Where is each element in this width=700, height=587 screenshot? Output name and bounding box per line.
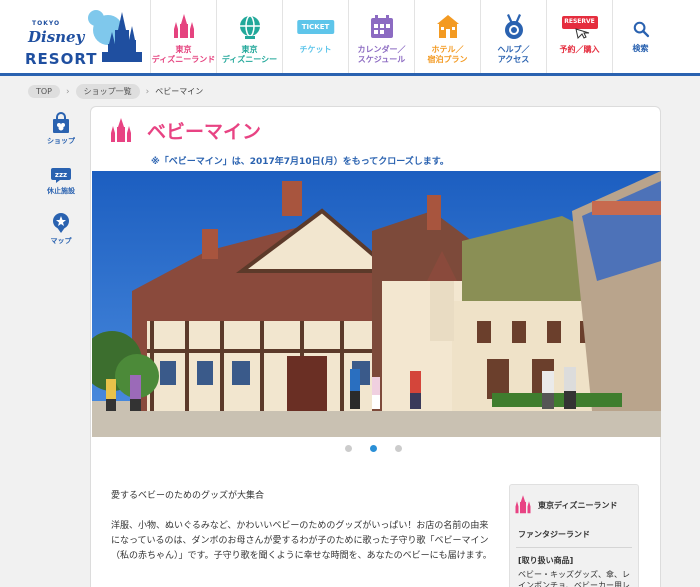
map-pin-icon <box>53 213 69 233</box>
side-item-shop[interactable]: ショップ <box>40 112 82 162</box>
castle-icon <box>515 495 531 514</box>
info-items-text: ベビー・キッズグッズ、傘、レインポンチョ、ベビーカー用レ <box>518 570 630 587</box>
side-nav: ショップ zzz 休止施設 マップ <box>40 112 82 262</box>
shop-building-photo <box>92 171 661 437</box>
nav-calendar-schedule[interactable]: カレンダー／ スケジュール <box>348 0 414 73</box>
description-body: 洋服、小物、ぬいぐるみなど、かわいいベビーのためのグッズがいっぱい！お店の名前の… <box>111 521 492 561</box>
divider <box>516 547 632 548</box>
nav-label: チケット <box>299 45 332 54</box>
nav-tokyo-disneyland[interactable]: 東京 ディズニーランド <box>150 0 216 73</box>
search-icon <box>633 21 649 38</box>
nav-search[interactable]: 検索 <box>612 0 668 73</box>
chevron-right-icon: › <box>66 86 70 97</box>
chevron-right-icon: › <box>145 86 150 97</box>
breadcrumb-top-link[interactable]: TOP <box>28 85 61 98</box>
globe-icon <box>239 15 260 39</box>
shop-info-box: 東京ディズニーランド ファンタジーランド [取り扱い商品] ベビー・キッズグッズ… <box>509 484 639 587</box>
nav-label: カレンダー／ スケジュール <box>357 45 406 64</box>
shop-photo-carousel[interactable] <box>92 171 661 437</box>
info-items-heading: [取り扱い商品] <box>518 556 574 565</box>
shop-detail-card: ベビーマイン ※「ベビーマイン」は、2017年7月10日(月）をもってクローズし… <box>90 106 661 587</box>
castle-logo-icon <box>88 10 142 62</box>
carousel-dot[interactable] <box>345 445 352 452</box>
nav-reserve-purchase[interactable]: RESERVE 予約／購入 <box>546 0 612 73</box>
breadcrumb: TOP › ショップ一覧 › ベビーマイン <box>28 84 203 99</box>
castle-icon <box>173 14 194 38</box>
title-row: ベビーマイン <box>109 117 261 144</box>
breadcrumb-shops-link[interactable]: ショップ一覧 <box>75 84 140 99</box>
nav-label: ヘルプ／ アクセス <box>497 45 530 64</box>
global-nav: 東京 ディズニーランド 東京 ディズニーシー TICKET チケット カレンダー… <box>150 0 668 73</box>
description-lead: 愛するベビーのためのグッズが大集合 <box>111 491 265 501</box>
closure-notice: ※「ベビーマイン」は、2017年7月10日(月）をもってクローズします。 <box>151 157 449 167</box>
nav-label: ホテル／ 宿泊プラン <box>427 45 468 64</box>
global-header: TOKYO Disney RESORT 東京 ディズニーランド 東京 ディズニー… <box>0 0 700 76</box>
logo-tokyo-text: TOKYO <box>32 20 61 27</box>
side-item-label: 休止施設 <box>47 187 75 195</box>
svg-text:zzz: zzz <box>55 171 67 179</box>
nav-label: 東京 ディズニーシー <box>221 45 278 64</box>
reserve-badge-text: RESERVE <box>564 18 595 25</box>
side-item-closed-facilities[interactable]: zzz 休止施設 <box>40 162 82 212</box>
nav-hotel[interactable]: ホテル／ 宿泊プラン <box>414 0 480 73</box>
carousel-indicators <box>345 445 402 452</box>
logo-disney-text: Disney <box>28 28 85 46</box>
carousel-dot[interactable] <box>395 445 402 452</box>
side-item-label: マップ <box>50 237 72 245</box>
side-item-map[interactable]: マップ <box>40 212 82 262</box>
nav-label: 予約／購入 <box>559 45 600 54</box>
nav-label: 東京 ディズニーランド <box>151 45 216 64</box>
nav-ticket[interactable]: TICKET チケット <box>282 0 348 73</box>
nav-label: 検索 <box>632 44 649 53</box>
help-medal-icon <box>504 14 523 39</box>
shopping-bag-icon <box>53 112 69 133</box>
carousel-dot-active[interactable] <box>370 445 377 452</box>
side-item-label: ショップ <box>47 137 75 145</box>
nav-tokyo-disneysea[interactable]: 東京 ディズニーシー <box>216 0 282 73</box>
info-area-name: ファンタジーランド <box>518 530 590 539</box>
tokyo-disney-resort-logo[interactable]: TOKYO Disney RESORT <box>20 8 148 68</box>
nav-help-access[interactable]: ヘルプ／ アクセス <box>480 0 546 73</box>
sleep-icon: zzz <box>51 168 71 183</box>
castle-icon <box>111 117 131 142</box>
page-title: ベビーマイン <box>147 121 262 143</box>
info-park-name: 東京ディズニーランド <box>538 500 618 510</box>
calendar-icon <box>370 15 393 38</box>
info-park: 東京ディズニーランド <box>514 495 617 515</box>
breadcrumb-current: ベビーマイン <box>155 87 204 96</box>
ticket-icon: TICKET <box>296 20 335 34</box>
hotel-icon <box>436 15 459 38</box>
